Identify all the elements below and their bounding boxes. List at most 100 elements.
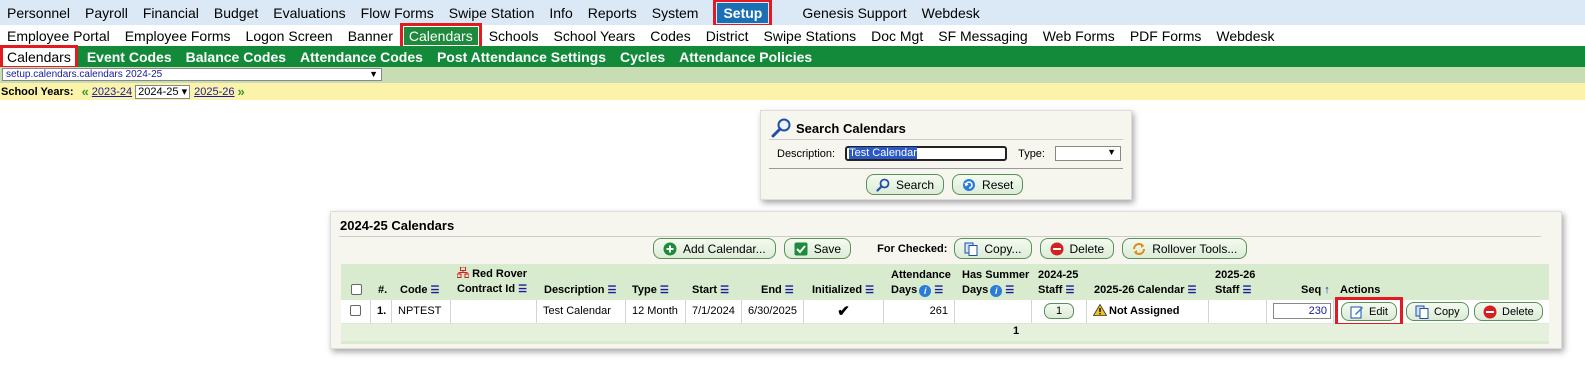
tab-post-attendance-settings[interactable]: Post Attendance Settings	[437, 49, 606, 65]
info-icon[interactable]: i	[990, 285, 1003, 297]
setup-submenu: Employee Portal Employee Forms Logon Scr…	[0, 22, 1585, 49]
column-menu-icon[interactable]: ☰	[1242, 285, 1251, 296]
menu-genesis-support[interactable]: Genesis Support	[802, 5, 906, 21]
calendar-tabs: Calendars Event Codes Balance Codes Atte…	[0, 44, 1585, 69]
menu-system[interactable]: System	[652, 5, 699, 21]
staff-count-button[interactable]: 1	[1044, 303, 1074, 319]
col-calendar-2526[interactable]: 2025-26 Calendar ☰	[1094, 283, 1196, 298]
row-checkbox[interactable]	[350, 305, 361, 316]
column-menu-icon[interactable]: ☰	[518, 284, 527, 295]
delete-row-label: Delete	[1502, 305, 1534, 318]
col-description-label: Description	[544, 284, 605, 296]
seq-input[interactable]: 230	[1273, 303, 1331, 319]
select-all-checkbox[interactable]	[351, 284, 362, 295]
submenu-school-years[interactable]: School Years	[554, 28, 636, 44]
reset-button[interactable]: Reset	[952, 174, 1024, 195]
chevron-down-icon: ▼	[1107, 147, 1116, 157]
delete-icon	[1483, 305, 1497, 319]
tab-cycles[interactable]: Cycles	[620, 49, 665, 65]
col-red-rover[interactable]: Red Rover Contract Id ☰	[456, 266, 527, 297]
delete-checked-button[interactable]: Delete	[1039, 238, 1115, 259]
column-menu-icon[interactable]: ☰	[1005, 285, 1014, 296]
calendar-2526-status: Not Assigned	[1109, 305, 1180, 317]
submenu-web-forms[interactable]: Web Forms	[1043, 28, 1115, 44]
submenu-banner[interactable]: Banner	[348, 28, 393, 44]
menu-setup[interactable]: Setup	[713, 0, 773, 27]
col-start[interactable]: Start ☰	[692, 283, 729, 298]
rollover-tools-button[interactable]: Rollover Tools...	[1122, 238, 1248, 259]
top-menu: Personnel Payroll Financial Budget Evalu…	[0, 0, 1585, 27]
submenu-district[interactable]: District	[706, 28, 749, 44]
tab-calendars[interactable]: Calendars	[0, 44, 78, 69]
column-menu-icon[interactable]: ☰	[1065, 285, 1074, 296]
col-seq[interactable]: Seq ↑	[1301, 283, 1330, 298]
col-attendance-days[interactable]: Attendance Days i ☰	[891, 268, 951, 298]
prev-year-link[interactable]: 2023-24	[92, 86, 132, 98]
submenu-pdf-forms[interactable]: PDF Forms	[1130, 28, 1202, 44]
tab-event-codes[interactable]: Event Codes	[87, 49, 172, 65]
menu-personnel[interactable]: Personnel	[7, 5, 70, 21]
search-icon	[876, 178, 890, 192]
copy-row-button[interactable]: Copy	[1406, 302, 1469, 321]
tab-balance-codes[interactable]: Balance Codes	[186, 49, 286, 65]
submenu-schools[interactable]: Schools	[489, 28, 539, 44]
col-summer-days[interactable]: Has Summer Days i ☰	[962, 268, 1029, 298]
divider	[339, 236, 1541, 237]
col-staff-2526[interactable]: 2025-26 Staff ☰	[1215, 268, 1255, 298]
submenu-doc-mgt[interactable]: Doc Mgt	[871, 28, 923, 44]
column-menu-icon[interactable]: ☰	[1188, 285, 1197, 296]
col-code[interactable]: Code ☰	[400, 283, 439, 298]
column-menu-icon[interactable]: ☰	[660, 285, 669, 296]
col-end[interactable]: End ☰	[761, 283, 794, 298]
menu-financial[interactable]: Financial	[143, 5, 199, 21]
for-checked-label: For Checked:	[877, 242, 948, 255]
row-end: 6/30/2025	[742, 300, 804, 323]
menu-info[interactable]: Info	[549, 5, 572, 21]
school-year-select[interactable]: 2024-25 ▾	[135, 84, 191, 99]
refresh-icon	[962, 178, 976, 192]
search-button[interactable]: Search	[866, 174, 945, 195]
col-staff-2425[interactable]: 2024-25 Staff ☰	[1038, 268, 1078, 298]
column-menu-icon[interactable]: ☰	[608, 285, 617, 296]
column-menu-icon[interactable]: ☰	[934, 285, 943, 296]
menu-swipe-station[interactable]: Swipe Station	[449, 5, 535, 21]
info-icon[interactable]: i	[919, 285, 932, 297]
row-summer-days	[955, 300, 1032, 323]
col-summer-label-1: Has Summer	[962, 269, 1030, 281]
delete-row-button[interactable]: Delete	[1474, 302, 1543, 321]
description-input[interactable]: Test Calendar	[845, 146, 1008, 161]
tab-attendance-policies[interactable]: Attendance Policies	[679, 49, 812, 65]
menu-reports[interactable]: Reports	[588, 5, 637, 21]
column-menu-icon[interactable]: ☰	[720, 285, 729, 296]
tab-attendance-codes[interactable]: Attendance Codes	[300, 49, 423, 65]
menu-payroll[interactable]: Payroll	[85, 5, 128, 21]
menu-evaluations[interactable]: Evaluations	[273, 5, 345, 21]
column-menu-icon[interactable]: ☰	[865, 285, 874, 296]
submenu-logon-screen[interactable]: Logon Screen	[246, 28, 333, 44]
menu-budget[interactable]: Budget	[214, 5, 258, 21]
submenu-employee-forms[interactable]: Employee Forms	[125, 28, 231, 44]
red-rover-icon	[456, 266, 470, 278]
submenu-codes[interactable]: Codes	[650, 28, 690, 44]
submenu-employee-portal[interactable]: Employee Portal	[7, 28, 110, 44]
path-select[interactable]: setup.calendars.calendars 2024-25 ▼	[2, 68, 382, 81]
submenu-sf-messaging[interactable]: SF Messaging	[938, 28, 1027, 44]
search-panel: Search Calendars Description: Test Calen…	[760, 110, 1132, 200]
submenu-webdesk[interactable]: Webdesk	[1216, 28, 1274, 44]
submenu-swipe-stations[interactable]: Swipe Stations	[764, 28, 857, 44]
col-description[interactable]: Description ☰	[544, 283, 616, 298]
next-year-link[interactable]: 2025-26	[194, 86, 234, 98]
submenu-calendars[interactable]: Calendars	[399, 22, 482, 49]
save-button[interactable]: Save	[783, 238, 852, 259]
column-menu-icon[interactable]: ☰	[785, 285, 794, 296]
menu-webdesk[interactable]: Webdesk	[922, 5, 980, 21]
column-menu-icon[interactable]: ☰	[431, 285, 440, 296]
next-year-icon[interactable]: »	[238, 84, 245, 99]
add-calendar-button[interactable]: Add Calendar...	[653, 238, 776, 259]
col-type[interactable]: Type ☰	[632, 283, 669, 298]
type-select[interactable]: ▼	[1054, 146, 1121, 161]
prev-year-icon[interactable]: «	[82, 84, 89, 99]
copy-checked-button[interactable]: Copy...	[954, 238, 1032, 259]
col-initialized[interactable]: Initialized ☰	[812, 283, 874, 298]
menu-flow-forms[interactable]: Flow Forms	[361, 5, 434, 21]
